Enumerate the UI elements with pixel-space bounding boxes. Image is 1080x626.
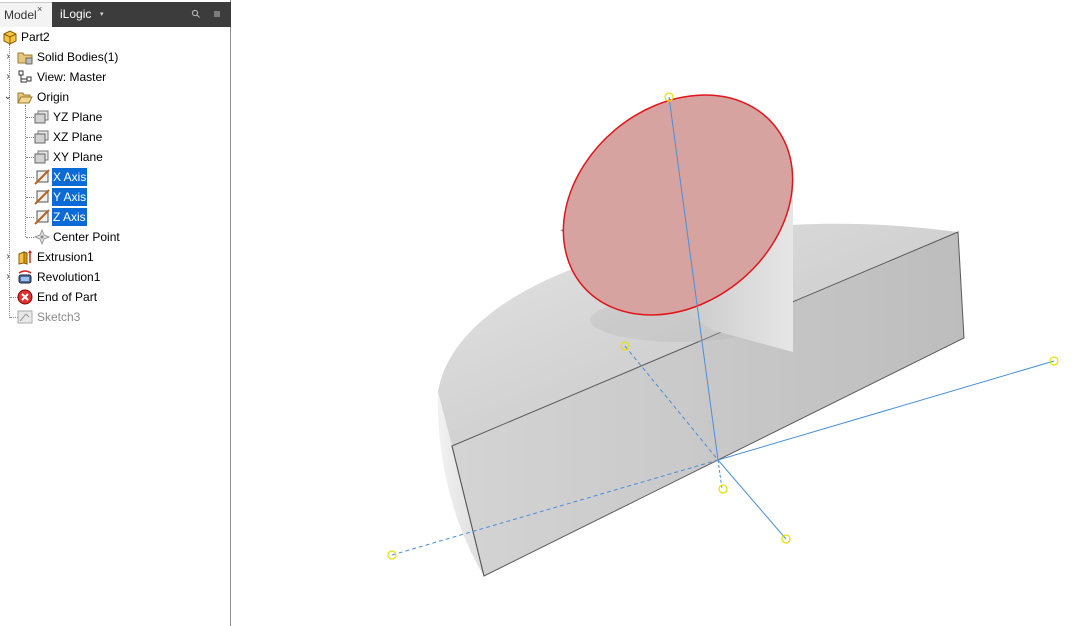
chevron-right-icon[interactable]: › — [3, 48, 13, 66]
revolution-icon — [18, 270, 32, 284]
tree-item-label: Y Axis — [52, 188, 88, 206]
tree-item-label: Revolution1 — [37, 270, 101, 284]
close-icon[interactable]: × — [37, 0, 42, 22]
tree-item-y-axis[interactable]: Y Axis — [0, 188, 230, 206]
model-canvas[interactable] — [232, 0, 1080, 626]
tree-item-x-axis[interactable]: X Axis — [0, 168, 230, 186]
chevron-right-icon[interactable]: › — [3, 268, 13, 286]
chevron-right-icon[interactable]: › — [3, 248, 13, 266]
tab-model[interactable]: Model × — [0, 2, 52, 27]
tree-item-label: Solid Bodies(1) — [37, 50, 119, 64]
tab-model-label: Model — [4, 8, 37, 22]
work-plane-icon — [34, 130, 49, 144]
view-rep-icon — [18, 70, 32, 83]
solid-bodies-folder-icon — [17, 52, 33, 65]
tree-item-label: Part2 — [21, 30, 50, 44]
chevron-down-icon[interactable]: ⌄ — [3, 88, 13, 106]
tree-item-sketch3[interactable]: Sketch3 — [0, 308, 230, 326]
axis-point[interactable] — [718, 484, 728, 494]
tree-item-label: Sketch3 — [37, 310, 81, 324]
tree-item-label: View: Master — [37, 70, 107, 84]
tree-item-end-of-part[interactable]: End of Part — [0, 288, 230, 306]
work-axis-icon — [34, 209, 50, 225]
tree-item-solid-bodies[interactable]: › Solid Bodies(1) — [0, 48, 230, 66]
tree-item-center-point[interactable]: Center Point — [0, 228, 230, 246]
graphics-viewport[interactable] — [232, 0, 1080, 626]
chevron-down-icon[interactable]: ▾ — [100, 2, 104, 27]
search-icon[interactable] — [189, 2, 203, 27]
tree-item-label: YZ Plane — [53, 110, 103, 124]
tree-item-label: Z Axis — [52, 208, 87, 226]
work-plane-icon — [34, 110, 49, 124]
menu-icon[interactable] — [210, 2, 224, 27]
tree-item-z-axis[interactable]: Z Axis — [0, 208, 230, 226]
tree-item-origin[interactable]: ⌄ Origin — [0, 88, 230, 106]
open-folder-icon — [17, 92, 33, 104]
tree-item-part2[interactable]: Part2 — [0, 28, 230, 46]
tree-item-revolution1[interactable]: › Revolution1 — [0, 268, 230, 286]
tree-item-xz-plane[interactable]: XZ Plane — [0, 128, 230, 146]
sketch-icon — [17, 310, 33, 324]
work-plane-icon — [34, 150, 49, 164]
model-browser-panel: Model × iLogic ▾ Part2 › Solid Bodies(1)… — [0, 0, 231, 626]
work-axis-icon — [34, 189, 50, 205]
tree-item-extrusion1[interactable]: › Extrusion1 — [0, 248, 230, 266]
browser-tab-bar: Model × iLogic ▾ — [0, 2, 231, 27]
tab-ilogic[interactable]: iLogic ▾ — [56, 2, 116, 27]
chevron-right-icon[interactable]: › — [3, 68, 13, 86]
tree-item-label: XZ Plane — [53, 130, 103, 144]
tree-item-label: End of Part — [37, 290, 98, 304]
tree-item-label: X Axis — [52, 168, 88, 186]
tree-item-xy-plane[interactable]: XY Plane — [0, 148, 230, 166]
tree-item-label: Center Point — [53, 230, 120, 244]
tree-item-yz-plane[interactable]: YZ Plane — [0, 108, 230, 126]
tree-item-label: Extrusion1 — [37, 250, 94, 264]
work-axis-icon — [34, 169, 50, 185]
extrusion-icon — [18, 250, 32, 265]
part-icon — [3, 30, 17, 45]
tree-item-label: XY Plane — [53, 150, 103, 164]
tab-ilogic-label: iLogic — [60, 7, 92, 21]
end-of-part-icon — [17, 289, 33, 305]
work-point-icon — [34, 229, 50, 245]
z-axis-line[interactable] — [717, 459, 787, 540]
tree-item-view-master[interactable]: › View: Master — [0, 68, 230, 86]
tree-item-label: Origin — [37, 90, 70, 104]
